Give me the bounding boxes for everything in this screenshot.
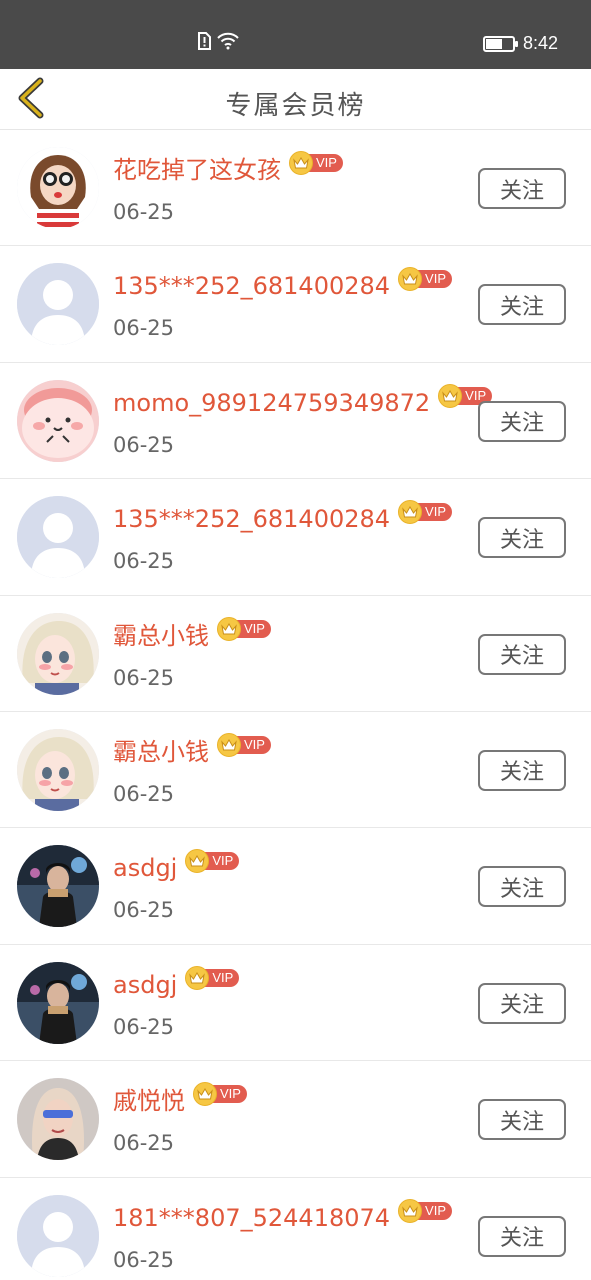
vip-badge: VIP (185, 849, 240, 874)
list-item[interactable]: 霸总小钱 VIP 06-25 关注 (0, 711, 591, 829)
member-date: 06-25 (113, 1014, 175, 1039)
default-person-avatar[interactable] (17, 1194, 99, 1277)
member-date: 06-25 (113, 1247, 175, 1272)
default-person-icon (17, 1194, 99, 1277)
header: 专属会员榜 (0, 69, 591, 130)
anime-girl-avatar[interactable] (17, 612, 99, 695)
member-name: 戚悦悦 (113, 1087, 185, 1116)
list-item[interactable]: 花吃掉了这女孩 VIP 06-25 关注 (0, 130, 591, 247)
member-name: 花吃掉了这女孩 (113, 156, 281, 184)
vip-badge: VIP (193, 1082, 247, 1107)
man-photo-avatar[interactable] (17, 845, 99, 928)
member-date: 06-25 (113, 665, 175, 690)
vip-badge: VIP (185, 965, 240, 990)
member-date: 06-25 (113, 1131, 175, 1156)
girl-glasses-icon (17, 147, 99, 229)
crown-icon (217, 616, 241, 641)
follow-button[interactable]: 关注 (478, 517, 566, 559)
member-name: 霸总小钱 (113, 737, 209, 766)
crown-icon (185, 965, 210, 990)
list-item[interactable]: asdgj VIP 06-25 关注 (0, 944, 591, 1062)
member-date: 06-25 (113, 549, 175, 574)
member-name: 霸总小钱 (113, 621, 209, 650)
follow-button[interactable]: 关注 (478, 866, 566, 908)
man-photo-avatar[interactable] (17, 961, 99, 1044)
man-photo-icon (17, 845, 99, 928)
man-photo-icon (17, 961, 99, 1044)
crown-icon (193, 1082, 217, 1107)
list-item[interactable]: 135***252_681400284 VIP 06-25 关注 (0, 479, 591, 596)
follow-button[interactable]: 关注 (478, 1215, 566, 1257)
follow-button[interactable]: 关注 (478, 168, 566, 209)
crown-icon (398, 1198, 423, 1223)
follow-button[interactable]: 关注 (478, 284, 566, 326)
member-date: 06-25 (113, 781, 175, 806)
member-name: 135***252_681400284 (113, 272, 391, 301)
woman-photo-avatar[interactable] (17, 1078, 99, 1161)
vip-badge: VIP (398, 500, 453, 525)
member-name: 181***807_524418074 (113, 1203, 391, 1232)
page-title: 专属会员榜 (225, 91, 366, 121)
status-bar: 8:42 (0, 0, 591, 69)
default-person-icon (17, 263, 99, 346)
anime-girl-avatar[interactable] (17, 728, 99, 811)
vip-badge: VIP (217, 616, 271, 641)
follow-button[interactable]: 关注 (478, 633, 566, 675)
list-item[interactable]: momo_989124759349872 VIP 06-25 关注 (0, 362, 591, 480)
wifi-icon (216, 32, 240, 55)
default-person-icon (17, 496, 99, 579)
status-icons (196, 32, 240, 55)
anime-girl-icon (17, 612, 99, 695)
vip-badge: VIP (398, 1198, 453, 1223)
member-list: 花吃掉了这女孩 VIP 06-25 关注 135***252_681400284… (0, 130, 591, 1280)
vip-badge: VIP (398, 267, 453, 292)
follow-button[interactable]: 关注 (478, 749, 566, 791)
follow-button[interactable]: 关注 (478, 400, 566, 442)
pink-blob-avatar[interactable] (17, 379, 99, 462)
battery-icon (482, 35, 518, 52)
list-item[interactable]: 181***807_524418074 VIP 06-25 关注 (0, 1177, 591, 1280)
girl-glasses-avatar[interactable] (17, 147, 99, 229)
list-item[interactable]: asdgj VIP 06-25 关注 (0, 828, 591, 945)
vip-badge: VIP (217, 732, 271, 757)
clock: 8:42 (522, 33, 558, 53)
list-item[interactable]: 霸总小钱 VIP 06-25 关注 (0, 595, 591, 712)
sim-alert-icon (196, 32, 212, 55)
member-date: 06-25 (113, 200, 175, 224)
default-person-avatar[interactable] (17, 263, 99, 346)
member-name: momo_989124759349872 (113, 388, 431, 417)
list-item[interactable]: 135***252_681400284 VIP 06-25 关注 (0, 246, 591, 363)
pink-blob-icon (17, 379, 99, 462)
crown-icon (289, 151, 313, 175)
default-person-avatar[interactable] (17, 496, 99, 579)
follow-button[interactable]: 关注 (478, 1099, 566, 1141)
anime-girl-icon (17, 728, 99, 811)
list-item[interactable]: 戚悦悦 VIP 06-25 关注 (0, 1061, 591, 1178)
member-date: 06-25 (113, 898, 175, 923)
member-date: 06-25 (113, 432, 175, 457)
follow-button[interactable]: 关注 (478, 982, 566, 1024)
member-date: 06-25 (113, 316, 175, 341)
member-name: asdgj (113, 970, 178, 999)
member-name: asdgj (113, 854, 178, 883)
crown-icon (217, 732, 241, 757)
member-name: 135***252_681400284 (113, 505, 391, 534)
vip-badge: VIP (289, 151, 343, 175)
woman-photo-icon (17, 1078, 99, 1161)
crown-icon (438, 383, 463, 408)
